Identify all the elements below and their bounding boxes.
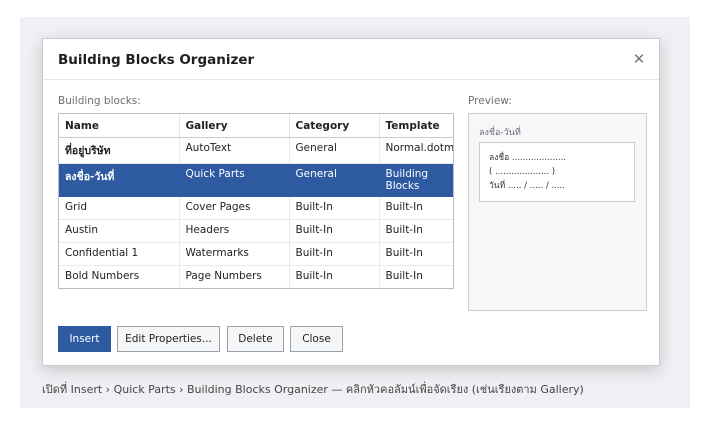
column-header-gallery[interactable]: Gallery: [179, 114, 290, 138]
cell-gallery: Headers: [179, 219, 290, 243]
table-row[interactable]: ที่อยู่บริษัท AutoText General Normal.do…: [59, 137, 453, 164]
cell-name: Confidential 1: [59, 242, 180, 266]
building-blocks-organizer-dialog: Building Blocks Organizer ✕ Building blo…: [42, 38, 660, 366]
dialog-title: Building Blocks Organizer: [58, 52, 255, 68]
edit-properties-button[interactable]: Edit Properties...: [117, 326, 220, 352]
table-row[interactable]: Grid Cover Pages Built-In Built-In: [59, 196, 453, 220]
preview-card: ลงชื่อ .................... ( ..........…: [479, 142, 635, 202]
cell-gallery: Page Numbers: [179, 265, 290, 288]
cell-gallery: Watermarks: [179, 242, 290, 266]
cell-template: Building Blocks: [379, 163, 453, 197]
cell-category: Built-In: [289, 242, 380, 266]
table-row[interactable]: Confidential 1 Watermarks Built-In Built…: [59, 242, 453, 266]
cell-name: Grid: [59, 196, 180, 220]
close-button[interactable]: Close: [290, 326, 343, 352]
building-blocks-label: Building blocks:: [58, 95, 141, 107]
cell-category: Built-In: [289, 196, 380, 220]
table-row[interactable]: Austin Headers Built-In Built-In: [59, 219, 453, 243]
cell-template: Normal.dotm: [379, 137, 453, 164]
caption: เปิดที่ Insert › Quick Parts › Building …: [42, 383, 584, 396]
table-row[interactable]: Bold Numbers Page Numbers Built-In Built…: [59, 265, 453, 288]
cell-name: ที่อยู่บริษัท: [59, 137, 180, 164]
preview-label: Preview:: [468, 95, 512, 107]
delete-button[interactable]: Delete: [227, 326, 284, 352]
cell-gallery: Cover Pages: [179, 196, 290, 220]
column-header-name[interactable]: Name: [59, 114, 180, 138]
preview-pane: ลงชื่อ-วันที่ ลงชื่อ ...................…: [468, 113, 647, 311]
cell-gallery: Quick Parts: [179, 163, 290, 197]
close-icon[interactable]: ✕: [631, 51, 647, 67]
preview-line-name: ( .................... ): [489, 167, 556, 177]
cell-name: Bold Numbers: [59, 265, 180, 288]
insert-button[interactable]: Insert: [58, 326, 111, 352]
grid-header-row: Name Gallery Category Template: [59, 114, 453, 138]
preview-line-date: วันที่ ..... / ..... / .....: [489, 181, 565, 191]
cell-category: General: [289, 137, 380, 164]
table-row-selected[interactable]: ลงชื่อ-วันที่ Quick Parts General Buildi…: [59, 163, 453, 197]
column-header-category[interactable]: Category: [289, 114, 380, 138]
cell-template: Built-In: [379, 196, 453, 220]
cell-category: Built-In: [289, 219, 380, 243]
preview-line-signature: ลงชื่อ ....................: [489, 153, 566, 163]
preview-block-name: ลงชื่อ-วันที่: [479, 128, 521, 138]
cell-template: Built-In: [379, 219, 453, 243]
cell-name: ลงชื่อ-วันที่: [59, 163, 180, 197]
column-header-template[interactable]: Template: [379, 114, 453, 138]
cell-template: Built-In: [379, 265, 453, 288]
cell-gallery: AutoText: [179, 137, 290, 164]
cell-name: Austin: [59, 219, 180, 243]
cell-template: Built-In: [379, 242, 453, 266]
cell-category: General: [289, 163, 380, 197]
title-divider: [43, 79, 659, 80]
cell-category: Built-In: [289, 265, 380, 288]
building-blocks-grid[interactable]: Name Gallery Category Template ที่อยู่บร…: [58, 113, 454, 289]
